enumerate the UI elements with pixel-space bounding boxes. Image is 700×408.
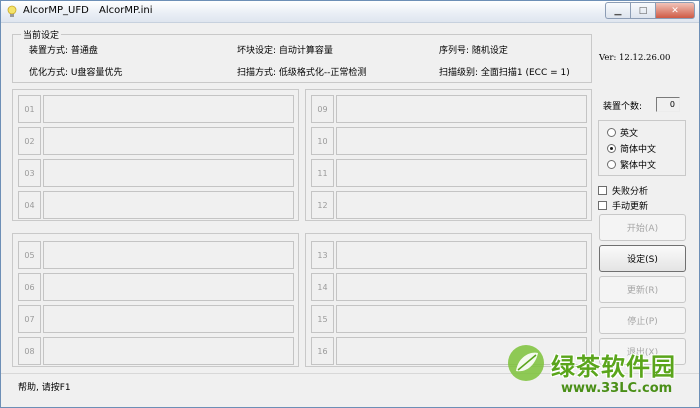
device-mode-text: 装置方式: 普通盘 bbox=[29, 46, 98, 56]
slot-number: 12 bbox=[311, 191, 334, 219]
slot-status-box bbox=[43, 95, 294, 123]
bad-block-text: 坏块设定: 自动计算容量 bbox=[237, 46, 333, 56]
slot-11: 11 bbox=[311, 159, 587, 187]
slot-number: 04 bbox=[18, 191, 41, 219]
radio-traditional-chinese[interactable]: 繁体中文 bbox=[607, 158, 656, 171]
close-icon: ✕ bbox=[671, 5, 679, 16]
slot-12: 12 bbox=[311, 191, 587, 219]
slot-status-box bbox=[336, 159, 587, 187]
watermark-text: 绿茶软件园 bbox=[551, 353, 676, 381]
leaf-logo-icon bbox=[508, 345, 544, 381]
slot-status-box bbox=[336, 191, 587, 219]
slot-04: 04 bbox=[18, 191, 294, 219]
slot-status-box bbox=[43, 191, 294, 219]
minimize-button[interactable]: ▁ bbox=[605, 2, 630, 19]
slot-status-box bbox=[43, 127, 294, 155]
radio-button-selected[interactable] bbox=[607, 144, 616, 153]
checkbox[interactable] bbox=[598, 201, 607, 210]
slot-03: 03 bbox=[18, 159, 294, 187]
radio-button[interactable] bbox=[607, 160, 616, 169]
slot-number: 16 bbox=[311, 337, 334, 365]
slot-number: 15 bbox=[311, 305, 334, 333]
slot-05: 05 bbox=[18, 241, 294, 269]
slot-number: 06 bbox=[18, 273, 41, 301]
radio-label: 繁体中文 bbox=[620, 161, 657, 171]
radio-label: 英文 bbox=[620, 129, 639, 139]
slot-number: 05 bbox=[18, 241, 41, 269]
scan-mode-text: 扫描方式: 低级格式化--正常检测 bbox=[237, 68, 367, 78]
radio-label: 简体中文 bbox=[620, 145, 657, 155]
scan-level-text: 扫描级别: 全面扫描1 (ECC = 1) bbox=[439, 68, 570, 78]
update-button[interactable]: 更新(R) bbox=[599, 276, 686, 303]
window-title-file: AlcorMP.ini bbox=[99, 5, 153, 16]
slot-number: 11 bbox=[311, 159, 334, 187]
app-window: AlcorMP_UFD AlcorMP.ini ▁ □ ✕ 当前设定 装置方式:… bbox=[0, 0, 700, 408]
slot-number: 10 bbox=[311, 127, 334, 155]
current-settings-title: 当前设定 bbox=[21, 28, 62, 41]
slot-number: 03 bbox=[18, 159, 41, 187]
settings-button[interactable]: 设定(S) bbox=[599, 245, 686, 272]
window-title-app: AlcorMP_UFD bbox=[23, 5, 89, 16]
slot-07: 07 bbox=[18, 305, 294, 333]
minimize-icon: ▁ bbox=[614, 5, 622, 16]
slot-status-box bbox=[43, 159, 294, 187]
slot-06: 06 bbox=[18, 273, 294, 301]
slot-01: 01 bbox=[18, 95, 294, 123]
slot-number: 09 bbox=[311, 95, 334, 123]
checkbox-label: 手动更新 bbox=[612, 202, 649, 212]
version-label: Ver: 12.12.26.00 bbox=[599, 53, 671, 63]
slot-number: 08 bbox=[18, 337, 41, 365]
slot-number: 01 bbox=[18, 95, 41, 123]
window-controls: ▁ □ ✕ bbox=[605, 2, 695, 19]
slot-02: 02 bbox=[18, 127, 294, 155]
slot-status-box bbox=[336, 95, 587, 123]
maximize-icon: □ bbox=[638, 5, 648, 16]
slot-10: 10 bbox=[311, 127, 587, 155]
bulb-icon bbox=[7, 5, 17, 17]
status-bar-text: 帮助, 请按F1 bbox=[18, 383, 71, 393]
slot-status-box bbox=[43, 241, 294, 269]
slot-status-box bbox=[336, 337, 587, 365]
slot-status-box bbox=[43, 305, 294, 333]
maximize-button[interactable]: □ bbox=[630, 2, 655, 19]
serial-text: 序列号: 随机设定 bbox=[439, 46, 508, 56]
slot-number: 07 bbox=[18, 305, 41, 333]
slot-status-box bbox=[43, 337, 294, 365]
device-count-field: 0 bbox=[656, 97, 680, 112]
manual-update-checkbox[interactable]: 手动更新 bbox=[598, 199, 648, 212]
optimize-text: 优化方式: U盘容量优先 bbox=[29, 68, 123, 78]
slot-number: 02 bbox=[18, 127, 41, 155]
stop-button[interactable]: 停止(P) bbox=[599, 307, 686, 334]
checkbox[interactable] bbox=[598, 186, 607, 195]
start-button[interactable]: 开始(A) bbox=[599, 214, 686, 241]
checkbox-label: 失败分析 bbox=[612, 187, 649, 197]
radio-simplified-chinese[interactable]: 简体中文 bbox=[607, 142, 656, 155]
slot-number: 14 bbox=[311, 273, 334, 301]
slot-14: 14 bbox=[311, 273, 587, 301]
fail-analysis-checkbox[interactable]: 失败分析 bbox=[598, 184, 648, 197]
slot-09: 09 bbox=[311, 95, 587, 123]
close-button[interactable]: ✕ bbox=[655, 2, 695, 19]
slot-number: 13 bbox=[311, 241, 334, 269]
title-bar[interactable]: AlcorMP_UFD AlcorMP.ini ▁ □ ✕ bbox=[1, 1, 699, 23]
radio-english[interactable]: 英文 bbox=[607, 126, 638, 139]
slot-status-box bbox=[336, 273, 587, 301]
slot-13: 13 bbox=[311, 241, 587, 269]
slot-status-box bbox=[336, 241, 587, 269]
watermark-url: www.33LC.com bbox=[561, 381, 673, 396]
slot-status-box bbox=[336, 305, 587, 333]
radio-button[interactable] bbox=[607, 128, 616, 137]
slot-15: 15 bbox=[311, 305, 587, 333]
slot-08: 08 bbox=[18, 337, 294, 365]
slot-status-box bbox=[43, 273, 294, 301]
device-count-label: 装置个数: bbox=[603, 102, 643, 112]
slot-status-box bbox=[336, 127, 587, 155]
